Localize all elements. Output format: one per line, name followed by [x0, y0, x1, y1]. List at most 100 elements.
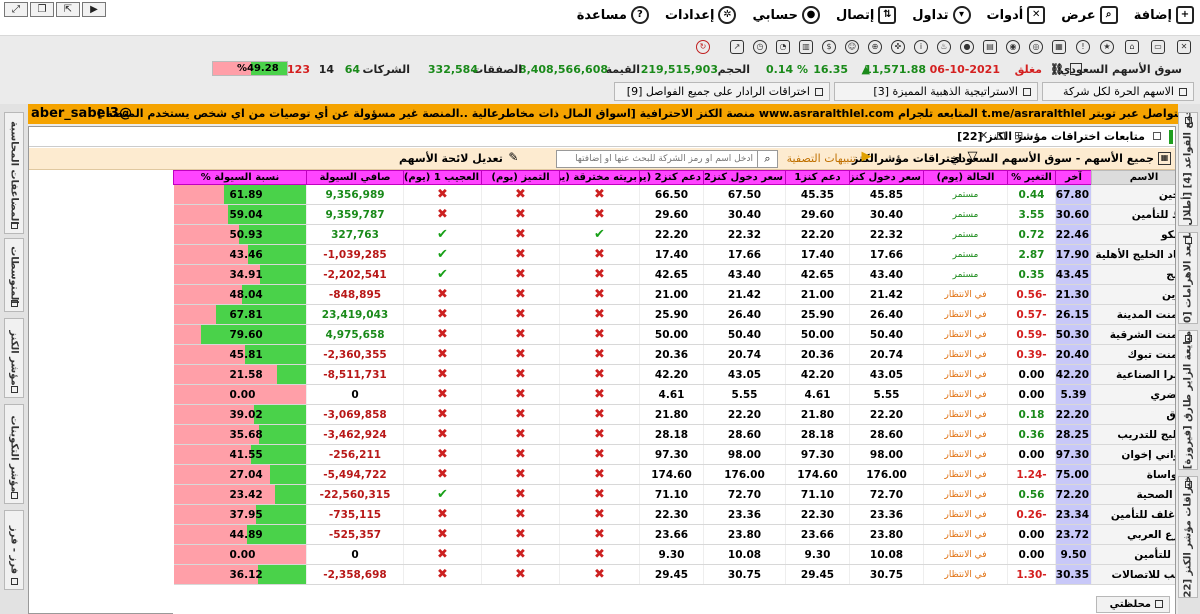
kanz1-support: 9.30	[785, 544, 850, 565]
restore-icon[interactable]	[997, 132, 1005, 140]
side-tab-formations[interactable]: مؤشر التكوينات	[4, 404, 24, 504]
side-tab-pyramids[interactable]: ما بعد الاهرامات [0]	[1178, 232, 1198, 324]
kanz1-support: 97.30	[785, 444, 850, 465]
tab-radar-breakouts[interactable]: اختراقات الرادار على جميع الفواصل [9]	[614, 82, 830, 101]
market-selector[interactable]: ▦ جميع الأسهم - سوق الأسهم السعودي	[950, 152, 1171, 165]
pin-icon[interactable]: ⊞	[1014, 129, 1023, 142]
stock-name: تكوين	[1091, 284, 1175, 305]
table-row[interactable]: ●المواساة175.00-1.24في الانتظار176.00174…	[173, 464, 1175, 485]
menu-view[interactable]: ⌕ عرض	[1061, 6, 1118, 24]
gauge-icon[interactable]: ◔	[776, 40, 790, 54]
column-header[interactable]: صافي السيولة	[306, 170, 404, 185]
tab-golden-strategy[interactable]: الاستراتيجية الذهبية المميزة [3]	[834, 82, 1038, 101]
check-icon: ✔	[403, 484, 482, 505]
trades-label: الصفقات	[472, 63, 522, 76]
column-header[interactable]: دعم كنز1	[785, 170, 850, 185]
left-side-tabs: المضاعفات المحاسبة المتوسطات مؤشر الكنز …	[0, 104, 28, 614]
calendar-icon[interactable]: ▤	[983, 40, 997, 54]
side-tab-kanz[interactable]: مؤشر الكنز	[4, 318, 24, 398]
table-row[interactable]: ●اسمنت المدينة26.15-0.57في الانتظار26.40…	[173, 304, 1175, 325]
side-tab-bases[interactable]: [أطلال] جمع القواعد [4]	[1178, 112, 1198, 226]
flame-icon[interactable]: ♨	[937, 40, 951, 54]
arrows-icon[interactable]: ⇱	[56, 2, 80, 17]
tag-icon: ▶	[861, 149, 872, 164]
menu-add[interactable]: + إضافة	[1134, 6, 1194, 24]
column-header[interactable]: الحالة (يوم)	[923, 170, 1008, 185]
column-header[interactable]: التغير %	[1007, 170, 1056, 185]
table-row[interactable]: ●أسترا الصناعية42.200.00في الانتظار43.05…	[173, 364, 1175, 385]
side-tab-averages[interactable]: المتوسطات	[4, 238, 24, 312]
table-row[interactable]: ●أسيج43.450.35مستمر43.4042.6543.4042.65✖…	[173, 264, 1175, 285]
column-header[interactable]: دعم كنز2 (يوم)	[639, 170, 704, 185]
table-row[interactable]: ●حلواني إخوان97.300.00في الانتظار98.0097…	[173, 444, 1175, 465]
portfolio-tab[interactable]: محلظتي	[1096, 596, 1170, 613]
table-row[interactable]: ●صدق22.200.18في الانتظار22.2021.8022.202…	[173, 404, 1175, 425]
table-row[interactable]: ●ميدغلف للتأمين23.34-0.26في الانتظار23.3…	[173, 504, 1175, 525]
video-icon[interactable]: ▶	[82, 2, 106, 17]
side-tab-ratios[interactable]: المضاعفات المحاسبة	[4, 112, 24, 234]
side-tab-firouza[interactable]: [فيروزة] مبايعة الزاير طارق	[1178, 330, 1198, 470]
refresh-icon[interactable]: ↻	[696, 40, 710, 54]
close-box-icon[interactable]: ✕	[1177, 40, 1191, 54]
kanz1-support: 17.40	[785, 244, 850, 265]
column-header[interactable]: سعر دخول كنز1	[849, 170, 924, 185]
calendar-icon[interactable]	[1070, 63, 1082, 75]
fullscreen-icon[interactable]: ⤢	[4, 2, 28, 17]
column-header[interactable]: بريته مخترقة (يوم)	[559, 170, 640, 185]
table-row[interactable]: ●اسمنت تبوك20.40-0.39في الانتظار20.7420.…	[173, 344, 1175, 365]
column-header[interactable]: سعر دخول كنز2	[703, 170, 786, 185]
info-icon[interactable]: i	[914, 40, 928, 54]
window-icon	[11, 222, 18, 229]
edit-list-button[interactable]: ✎ تعديل لائحة الأسهم	[399, 151, 520, 165]
table-row[interactable]: ●الدرع العربي23.720.00في الانتظار23.8023…	[173, 524, 1175, 545]
table-row[interactable]: ●دله الصحية72.200.56في الانتظار72.7071.1…	[173, 484, 1175, 505]
table-row[interactable]: ●تكوين21.30-0.56في الانتظار21.4221.0021.…	[173, 284, 1175, 305]
menu-help[interactable]: ? مساعدة	[577, 6, 649, 24]
target-icon[interactable]: ◎	[1029, 40, 1043, 54]
table-row[interactable]: ●ملاذ للتأمين30.603.55مستمر30.4029.6030.…	[173, 204, 1175, 225]
menu-account[interactable]: ● حسابي	[752, 6, 820, 24]
table-row[interactable]: ●الخليج للتدريب28.250.36في الانتظار28.60…	[173, 424, 1175, 445]
radar-icon[interactable]: ✜	[891, 40, 905, 54]
star-icon[interactable]: ★	[1100, 40, 1114, 54]
minimize-icon[interactable]	[1153, 132, 1161, 140]
globe-icon[interactable]: ⊕	[868, 40, 882, 54]
grid-icon[interactable]: ▦	[1052, 40, 1066, 54]
table-row[interactable]: ●اسمنت الشرقية50.30-0.59في الانتظار50.40…	[173, 324, 1175, 345]
person-chart-icon[interactable]: ☺	[845, 40, 859, 54]
trend-icon[interactable]: ↗	[730, 40, 744, 54]
menu-settings[interactable]: ✲ إعدادات	[665, 6, 737, 24]
table-row[interactable]: ●إتحاد الخليج الأهلية17.902.87مستمر17.66…	[173, 244, 1175, 265]
menu-connect[interactable]: ⇅ إتصال	[836, 6, 897, 24]
column-header[interactable]: آخر	[1055, 170, 1092, 185]
tab-free-float[interactable]: الاسهم الحرة لكل شركة	[1042, 82, 1194, 101]
column-header[interactable]: العجيب 1 (يوم)	[403, 170, 482, 185]
menu-trade[interactable]: ▾ تداول	[912, 6, 971, 24]
close-icon[interactable]: ✕	[979, 129, 988, 142]
eye-icon[interactable]: ◉	[1006, 40, 1020, 54]
column-header[interactable]: الاسم	[1091, 170, 1175, 185]
side-tab-kanz-breakouts[interactable]: اختراقات مؤشر الكنز [22]	[1178, 476, 1198, 598]
table-row[interactable]: ●عذيب للاتصالات30.35-1.30في الانتظار30.7…	[173, 564, 1175, 585]
cross-icon: ✖	[481, 564, 560, 585]
bulb-icon[interactable]: !	[1076, 40, 1090, 54]
window-icon[interactable]: ▭	[1151, 40, 1165, 54]
table-row[interactable]: ●اللجين67.800.44مستمر45.8545.3567.5066.5…	[173, 184, 1175, 205]
alerts-button[interactable]: ▶ تنبيهات التصفية	[787, 149, 873, 165]
search-input[interactable]	[561, 151, 753, 167]
menu-tools[interactable]: ✕ أدوات	[987, 6, 1046, 24]
link-icon[interactable]: ⛓	[1050, 63, 1064, 76]
table-icon[interactable]: ▥	[799, 40, 813, 54]
column-header[interactable]: نسبة السيولة %	[173, 170, 307, 185]
side-tab-sort[interactable]: فرز - فرز	[4, 510, 24, 590]
table-row[interactable]: ●وفا للتأمين9.500.00في الانتظار10.089.30…	[173, 544, 1175, 565]
coin-icon[interactable]: $	[822, 40, 836, 54]
search-icon[interactable]: ⌕	[757, 151, 777, 167]
compass-icon[interactable]: ⌂	[1125, 40, 1139, 54]
column-header[interactable]: التميز (يوم)	[481, 170, 560, 185]
clock-icon[interactable]: ◷	[753, 40, 767, 54]
restore-icon[interactable]: ❐	[30, 2, 54, 17]
table-row[interactable]: ●سابكو22.460.72مستمر22.3222.2022.3222.20…	[173, 224, 1175, 245]
table-row[interactable]: ●الخضري5.390.00في الانتظار5.554.615.554.…	[173, 384, 1175, 405]
drop-icon[interactable]: ●	[960, 40, 974, 54]
